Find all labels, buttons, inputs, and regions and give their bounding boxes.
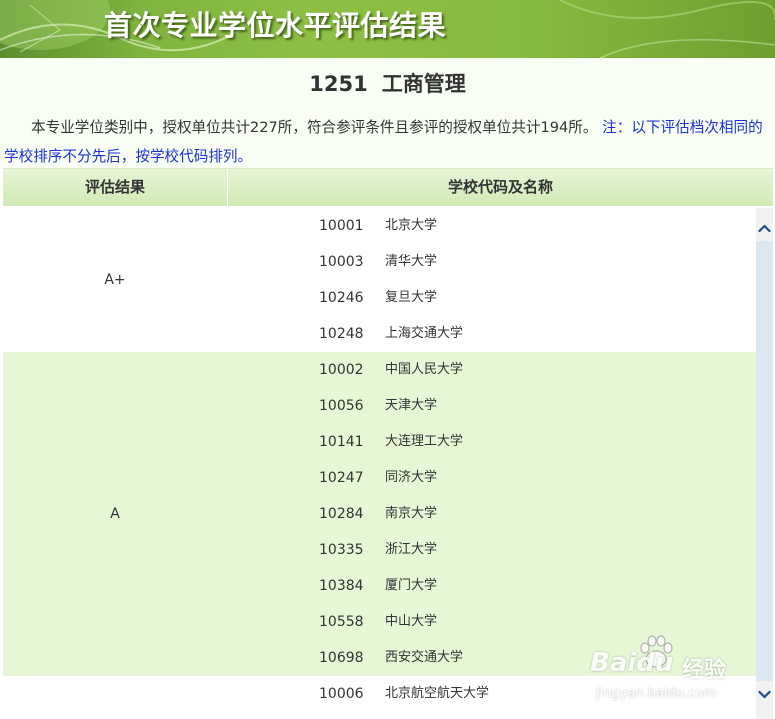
school-code: 10698 — [319, 650, 364, 666]
header-banner: 首次专业学位水平评估结果 — [0, 0, 775, 58]
school-name: 北京大学 — [385, 218, 438, 233]
header-grade: 评估结果 — [3, 169, 228, 206]
school-name: 浙江大学 — [385, 542, 438, 557]
subject-title: 1251 工商管理 — [0, 68, 775, 98]
subject-code: 1251 — [309, 72, 368, 96]
school-name: 厦门大学 — [385, 578, 438, 593]
school-name: 北京航空航天大学 — [385, 686, 490, 701]
school-code: 10056 — [319, 398, 364, 414]
chevron-up-icon — [758, 224, 771, 233]
school-name: 南京大学 — [385, 506, 438, 521]
table-row: 10003 清华大学 — [228, 244, 756, 280]
school-name: 天津大学 — [385, 398, 438, 413]
grade-group-next: 10006 北京航空航天大学 — [3, 676, 756, 719]
table-row: 10284 南京大学 — [228, 496, 756, 532]
table-row: 10558 中山大学 — [228, 604, 756, 640]
scroll-up-button[interactable] — [756, 220, 773, 237]
grade-group-a-plus: A+ 10001 北京大学 10003 清华大学 10246 复旦大学 1024… — [3, 208, 756, 352]
school-name: 中国人民大学 — [385, 362, 464, 377]
school-code: 10246 — [319, 290, 364, 306]
school-name: 大连理工大学 — [385, 434, 464, 449]
table-row: 10247 同济大学 — [228, 460, 756, 496]
school-code: 10001 — [319, 218, 364, 234]
school-code: 10002 — [319, 362, 364, 378]
school-name: 清华大学 — [385, 254, 438, 269]
school-code: 10558 — [319, 614, 364, 630]
grade-label: A — [110, 506, 120, 522]
school-code: 10003 — [319, 254, 364, 270]
intro-paragraph: 本专业学位类别中，授权单位共计227所，符合参评条件且参评的授权单位共计194所… — [4, 113, 768, 171]
intro-text: 本专业学位类别中，授权单位共计227所，符合参评条件且参评的授权单位共计194所… — [31, 119, 598, 136]
table-body[interactable]: A+ 10001 北京大学 10003 清华大学 10246 复旦大学 1024… — [3, 208, 756, 719]
scroll-thumb[interactable] — [756, 241, 773, 681]
table-row: 10141 大连理工大学 — [228, 424, 756, 460]
table-row: 10006 北京航空航天大学 — [228, 676, 756, 712]
scroll-down-button[interactable] — [756, 686, 773, 703]
table-row: 10335 浙江大学 — [228, 532, 756, 568]
banner-title: 首次专业学位水平评估结果 — [104, 9, 447, 42]
table-row: 10001 北京大学 — [228, 208, 756, 244]
school-name: 同济大学 — [385, 470, 438, 485]
table-scrollbar[interactable] — [756, 208, 773, 719]
school-code: 10141 — [319, 434, 364, 450]
school-name: 中山大学 — [385, 614, 438, 629]
table-row: 10384 厦门大学 — [228, 568, 756, 604]
grade-label: A+ — [104, 272, 126, 288]
school-name: 上海交通大学 — [385, 326, 464, 341]
school-name: 西安交通大学 — [385, 650, 464, 665]
school-code: 10284 — [319, 506, 364, 522]
subject-name: 工商管理 — [381, 72, 466, 96]
grade-group-a: A 10002 中国人民大学 10056 天津大学 10141 大连理工大学 1… — [3, 352, 756, 676]
table-row: 10248 上海交通大学 — [228, 316, 756, 352]
table-row: 10002 中国人民大学 — [228, 352, 756, 388]
school-code: 10335 — [319, 542, 364, 558]
page: 首次专业学位水平评估结果 1251 工商管理 本专业学位类别中，授权单位共计227… — [0, 0, 775, 719]
table-header: 评估结果 学校代码及名称 — [3, 168, 773, 206]
school-code: 10247 — [319, 470, 364, 486]
school-code: 10006 — [319, 686, 364, 702]
table-row: 10698 西安交通大学 — [228, 640, 756, 676]
school-code: 10248 — [319, 326, 364, 342]
table-row: 10246 复旦大学 — [228, 280, 756, 316]
chevron-down-icon — [758, 690, 771, 699]
table-row: 10056 天津大学 — [228, 388, 756, 424]
school-code: 10384 — [319, 578, 364, 594]
school-name: 复旦大学 — [385, 290, 438, 305]
header-school: 学校代码及名称 — [447, 178, 553, 196]
